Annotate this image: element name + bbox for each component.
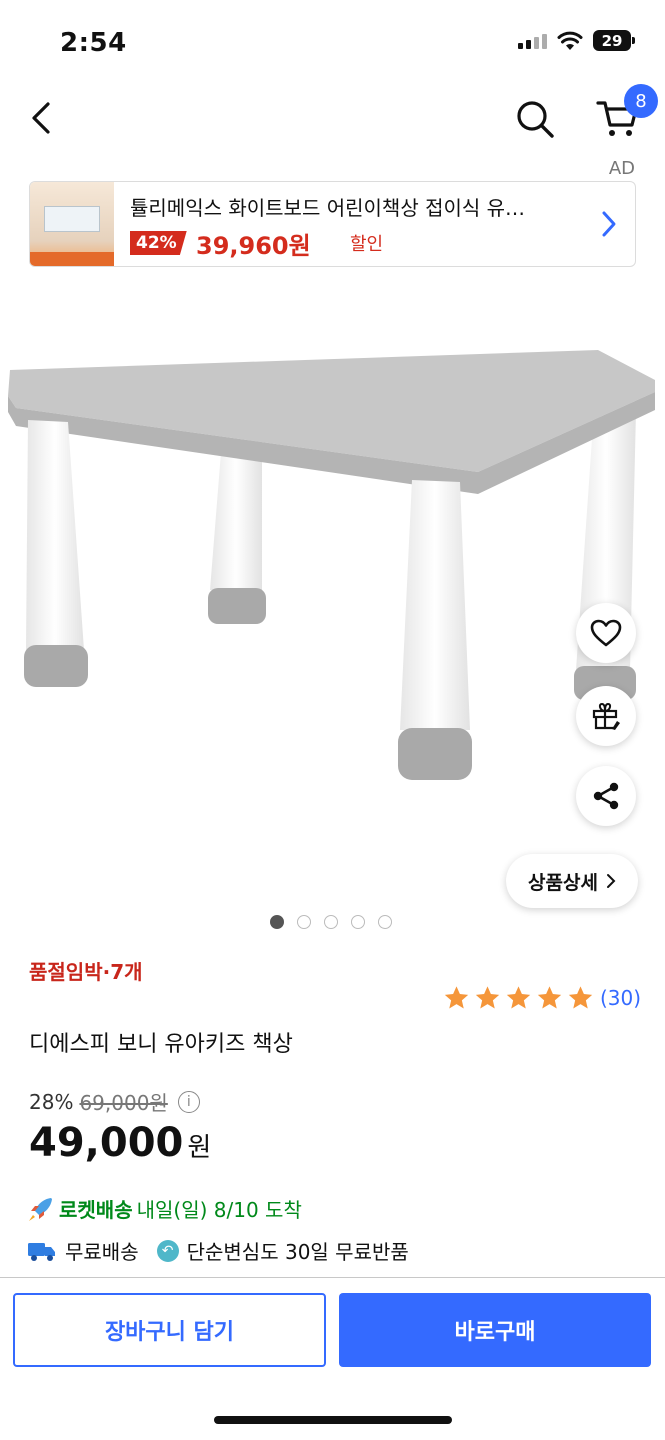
wifi-icon <box>557 31 583 50</box>
pager-dot[interactable] <box>378 915 392 929</box>
buy-now-button[interactable]: 바로구매 <box>339 1293 651 1367</box>
stock-notice: 품절임박·7개 <box>29 960 143 984</box>
divider <box>0 1277 665 1278</box>
free-shipping-label: 무료배송 <box>65 1240 139 1264</box>
pager-dot[interactable] <box>324 915 338 929</box>
return-policy-label: 단순변심도 30일 무료반품 <box>186 1240 409 1264</box>
rocket-delivery-label: 로켓배송 <box>59 1198 133 1222</box>
ad-discount-badge: 42% <box>130 231 187 255</box>
search-icon[interactable] <box>514 98 556 140</box>
share-icon <box>593 782 619 810</box>
ad-title: 튤리메익스 화이트보드 어린이책상 접이식 유… <box>130 196 526 220</box>
chevron-right-icon <box>602 211 616 237</box>
star-icon <box>444 986 469 1009</box>
cart-count-badge: 8 <box>624 84 658 118</box>
info-icon[interactable]: i <box>177 1090 200 1113</box>
status-icons: 29 <box>518 30 635 51</box>
add-to-cart-button[interactable]: 장바구니 담기 <box>13 1293 326 1367</box>
share-button[interactable] <box>576 766 636 826</box>
wishlist-button[interactable] <box>576 603 636 663</box>
ad-banner[interactable]: 튤리메익스 화이트보드 어린이책상 접이식 유… 42% 39,960원 할인 <box>29 181 636 267</box>
rocket-delivery-row: 로켓배송 내일(일) 8/10 도착 <box>27 1194 302 1223</box>
battery-icon: 29 <box>593 30 635 51</box>
signal-icon <box>518 33 547 49</box>
gift-icon <box>592 702 620 730</box>
star-icon <box>506 986 531 1009</box>
pager-dot[interactable] <box>351 915 365 929</box>
back-button[interactable] <box>24 98 60 138</box>
product-image[interactable] <box>0 300 665 860</box>
star-icon <box>537 986 562 1009</box>
rating-stars[interactable] <box>442 984 595 1012</box>
product-detail-button[interactable]: 상품상세 <box>506 854 638 908</box>
product-name: 디에스피 보니 유아키즈 책상 <box>29 1032 293 1057</box>
ad-sale-label: 할인 <box>350 234 384 255</box>
pager-dot[interactable] <box>270 915 284 929</box>
star-icon <box>568 986 593 1009</box>
gift-button[interactable] <box>576 686 636 746</box>
status-time: 2:54 <box>60 28 127 58</box>
ad-price: 39,960원 <box>196 232 311 260</box>
return-icon: ↶ <box>156 1239 179 1262</box>
chevron-right-icon <box>606 874 616 888</box>
home-indicator[interactable] <box>214 1416 452 1424</box>
rocket-icon <box>29 1197 52 1221</box>
review-count-link[interactable]: (30) <box>600 986 641 1010</box>
arrival-date: 내일(일) 8/10 도착 <box>136 1198 302 1222</box>
sale-price-value: 49,000 <box>29 1120 184 1166</box>
sale-price: 49,000 원 <box>29 1120 211 1166</box>
discount-rate: 28% <box>29 1089 74 1114</box>
discount-row: 28% 69,000원 i <box>29 1087 200 1116</box>
image-pager <box>270 915 392 929</box>
heart-icon <box>590 619 622 647</box>
ad-label: AD <box>608 158 635 179</box>
product-detail-label: 상품상세 <box>528 871 598 894</box>
ad-thumbnail <box>30 182 114 266</box>
shipping-row: 무료배송 ↶ 단순변심도 30일 무료반품 <box>27 1236 409 1265</box>
price-unit: 원 <box>187 1133 212 1163</box>
pager-dot[interactable] <box>297 915 311 929</box>
original-price: 69,000원 <box>79 1091 168 1115</box>
star-icon <box>475 986 500 1009</box>
truck-icon <box>28 1242 55 1261</box>
